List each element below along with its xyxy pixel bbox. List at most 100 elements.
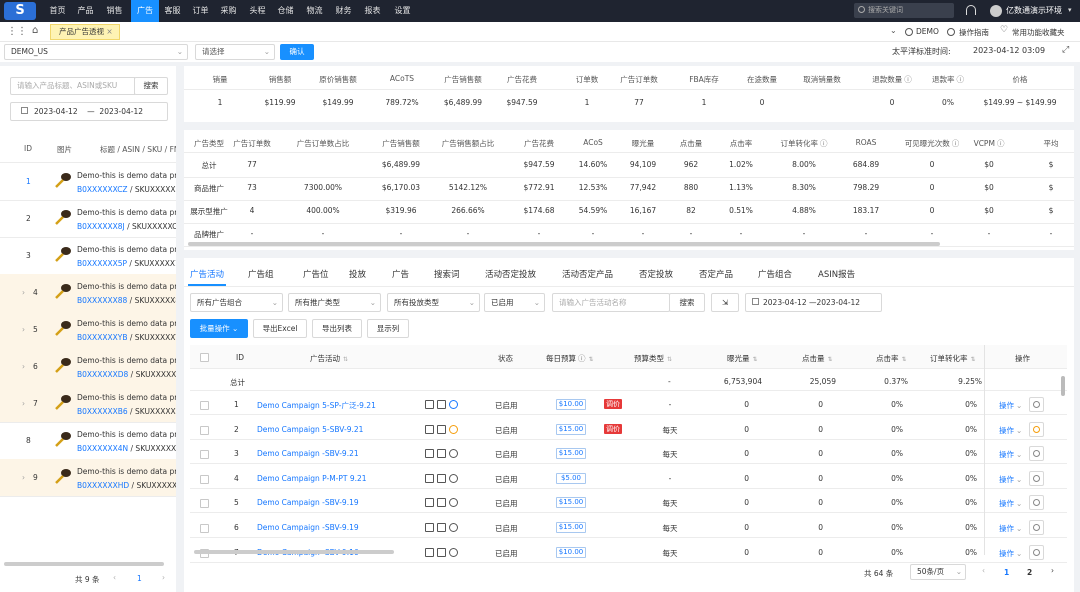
campaign-name-link[interactable]: Demo Campaign -SBV-9.19 bbox=[257, 523, 419, 532]
help-icon[interactable]: ⓘ bbox=[957, 75, 965, 84]
user-name[interactable]: 亿数通演示环境 bbox=[1006, 0, 1062, 22]
tab-9[interactable]: 否定产品 bbox=[699, 268, 733, 280]
asin-link[interactable]: B0XXXXXX5P bbox=[77, 259, 127, 268]
campaign-name-link[interactable]: Demo Campaign P-M-PT 9.21 bbox=[257, 474, 419, 483]
ai-icon[interactable] bbox=[449, 424, 458, 434]
nav-item-1[interactable]: 产品 bbox=[72, 0, 99, 22]
expand-row-icon[interactable]: › bbox=[22, 399, 25, 408]
col-header[interactable]: 广告活动 ⇅ bbox=[310, 353, 348, 364]
expand-row-icon[interactable]: › bbox=[22, 473, 25, 482]
asin-link[interactable]: B0XXXXXX88 bbox=[77, 296, 127, 305]
asin-link[interactable]: B0XXXXXXB6 bbox=[77, 407, 128, 416]
col-header[interactable]: 订单转化率 ⇅ bbox=[930, 353, 976, 364]
operation-dropdown[interactable]: 操作 ⌄ bbox=[999, 449, 1022, 460]
operation-dropdown[interactable]: 操作 ⌄ bbox=[999, 474, 1022, 485]
row-checkbox[interactable] bbox=[200, 524, 209, 533]
chevron-down-icon[interactable]: ▾ bbox=[1068, 6, 1072, 14]
edit-icon[interactable] bbox=[425, 424, 434, 434]
help-icon[interactable]: ⓘ bbox=[578, 354, 586, 363]
document-icon[interactable] bbox=[437, 498, 446, 508]
tab-1[interactable]: 广告组 bbox=[248, 268, 274, 280]
tab-10[interactable]: 广告组合 bbox=[758, 268, 792, 280]
row-checkbox[interactable] bbox=[200, 499, 209, 509]
col-header[interactable]: 点击率 ⇅ bbox=[876, 353, 907, 364]
document-icon[interactable] bbox=[437, 523, 446, 532]
row-checkbox[interactable] bbox=[200, 401, 209, 410]
help-icon[interactable]: ⓘ bbox=[820, 139, 828, 148]
select-all-checkbox[interactable] bbox=[200, 353, 209, 362]
ai-icon[interactable] bbox=[449, 449, 458, 459]
user-avatar[interactable] bbox=[990, 5, 1002, 17]
edit-icon[interactable] bbox=[425, 400, 434, 409]
left-scrollbar[interactable] bbox=[4, 562, 164, 566]
export-list-button[interactable]: 导出列表 bbox=[312, 319, 362, 338]
targeting-type-select[interactable]: 所有投放类型 ⌄ bbox=[387, 293, 480, 312]
nav-item-6[interactable]: 采购 bbox=[215, 0, 242, 22]
row-checkbox[interactable] bbox=[200, 474, 209, 484]
col-header[interactable]: 曝光量 ⇅ bbox=[727, 353, 758, 364]
daily-budget[interactable]: $15.00 bbox=[556, 522, 586, 533]
campaign-name-link[interactable]: Demo Campaign 5-SP-广泛-9.21 bbox=[257, 400, 419, 411]
headset-icon[interactable] bbox=[966, 5, 976, 15]
col-header[interactable]: 点击量 ⇅ bbox=[802, 353, 833, 364]
next-page-icon[interactable]: › bbox=[162, 573, 165, 582]
hairbrush-product-image[interactable] bbox=[54, 319, 72, 337]
page-1-button[interactable]: 1 bbox=[1004, 568, 1009, 577]
edit-icon[interactable] bbox=[425, 523, 434, 532]
expand-row-icon[interactable]: › bbox=[22, 325, 25, 334]
demo-link[interactable]: DEMO bbox=[916, 27, 939, 36]
bid-adjust-badge[interactable]: 调价 bbox=[604, 423, 622, 434]
document-icon[interactable] bbox=[437, 424, 446, 434]
nav-item-11[interactable]: 报表 bbox=[359, 0, 386, 22]
row-checkbox[interactable] bbox=[200, 425, 209, 435]
asin-link[interactable]: B0XXXXXXCZ bbox=[77, 185, 128, 194]
hairbrush-product-image[interactable] bbox=[54, 430, 72, 448]
sort-icon[interactable]: ⇅ bbox=[753, 356, 758, 363]
document-icon[interactable] bbox=[437, 547, 446, 557]
confirm-button[interactable]: 确认 bbox=[280, 44, 314, 60]
edit-icon[interactable] bbox=[425, 498, 434, 508]
operation-dropdown[interactable]: 操作 ⌄ bbox=[999, 548, 1022, 559]
sort-icon[interactable]: ⇅ bbox=[902, 356, 907, 363]
per-page-select[interactable]: 50条/页 ⌄ bbox=[910, 564, 966, 580]
ai-icon[interactable] bbox=[449, 400, 458, 409]
tab-product-ad-view[interactable]: 产品广告透视 × bbox=[50, 24, 120, 40]
campaign-search-button[interactable]: 搜索 bbox=[669, 293, 705, 312]
daily-budget[interactable]: $10.00 bbox=[556, 399, 586, 410]
sort-icon[interactable]: ⇅ bbox=[971, 356, 976, 363]
ad-type-select[interactable]: 所有推广类型 ⌄ bbox=[288, 293, 381, 312]
product-search-button[interactable]: 搜索 bbox=[134, 77, 168, 95]
nav-item-7[interactable]: 头程 bbox=[244, 0, 271, 22]
col-header[interactable]: 每日预算 ⓘ ⇅ bbox=[546, 353, 594, 364]
tab-11[interactable]: ASIN报告 bbox=[818, 268, 855, 280]
product-search-input[interactable]: 请输入产品标题、ASIN或SKU bbox=[10, 77, 135, 95]
app-logo[interactable]: S bbox=[4, 2, 36, 20]
status-select[interactable]: 已启用 ⌄ bbox=[484, 293, 545, 312]
sort-icon[interactable]: ⇅ bbox=[343, 356, 348, 363]
campaign-name-input[interactable]: 请输入广告活动名称 bbox=[552, 293, 670, 312]
operation-dropdown[interactable]: 操作 ⌄ bbox=[999, 498, 1022, 509]
sort-icon[interactable]: ⇅ bbox=[589, 356, 594, 363]
tab-2[interactable]: 广告位 bbox=[303, 268, 329, 280]
asin-link[interactable]: B0XXXXXXD8 bbox=[77, 370, 128, 379]
edit-icon[interactable] bbox=[425, 449, 434, 459]
guide-link[interactable]: 操作指南 bbox=[959, 27, 989, 38]
daily-budget[interactable]: $5.00 bbox=[556, 472, 586, 484]
tab-4[interactable]: 广告 bbox=[392, 268, 409, 280]
campaign-date-range[interactable]: 2023-04-12 —2023-04-12 bbox=[745, 293, 882, 312]
campaign-name-link[interactable]: Demo Campaign 5-SBV-9.21 bbox=[257, 425, 419, 434]
prev-page-icon[interactable]: ‹ bbox=[113, 573, 116, 582]
sort-icon[interactable]: ⇅ bbox=[667, 356, 672, 363]
operation-dropdown[interactable]: 操作 ⌄ bbox=[999, 425, 1022, 436]
tab-0[interactable]: 广告活动 bbox=[190, 268, 224, 280]
row-checkbox[interactable] bbox=[200, 450, 209, 460]
ai-icon[interactable] bbox=[449, 523, 458, 532]
sort-icon[interactable]: ⇅ bbox=[828, 356, 833, 363]
nav-item-4[interactable]: 客服 bbox=[159, 0, 186, 22]
hairbrush-product-image[interactable] bbox=[54, 245, 72, 263]
portfolio-select[interactable]: 所有广告组合 ⌄ bbox=[190, 293, 283, 312]
document-icon[interactable] bbox=[437, 449, 446, 459]
favorites-link[interactable]: 常用功能收藏夹 bbox=[1012, 27, 1065, 38]
hairbrush-product-image[interactable] bbox=[54, 393, 72, 411]
hairbrush-product-image[interactable] bbox=[54, 356, 72, 374]
